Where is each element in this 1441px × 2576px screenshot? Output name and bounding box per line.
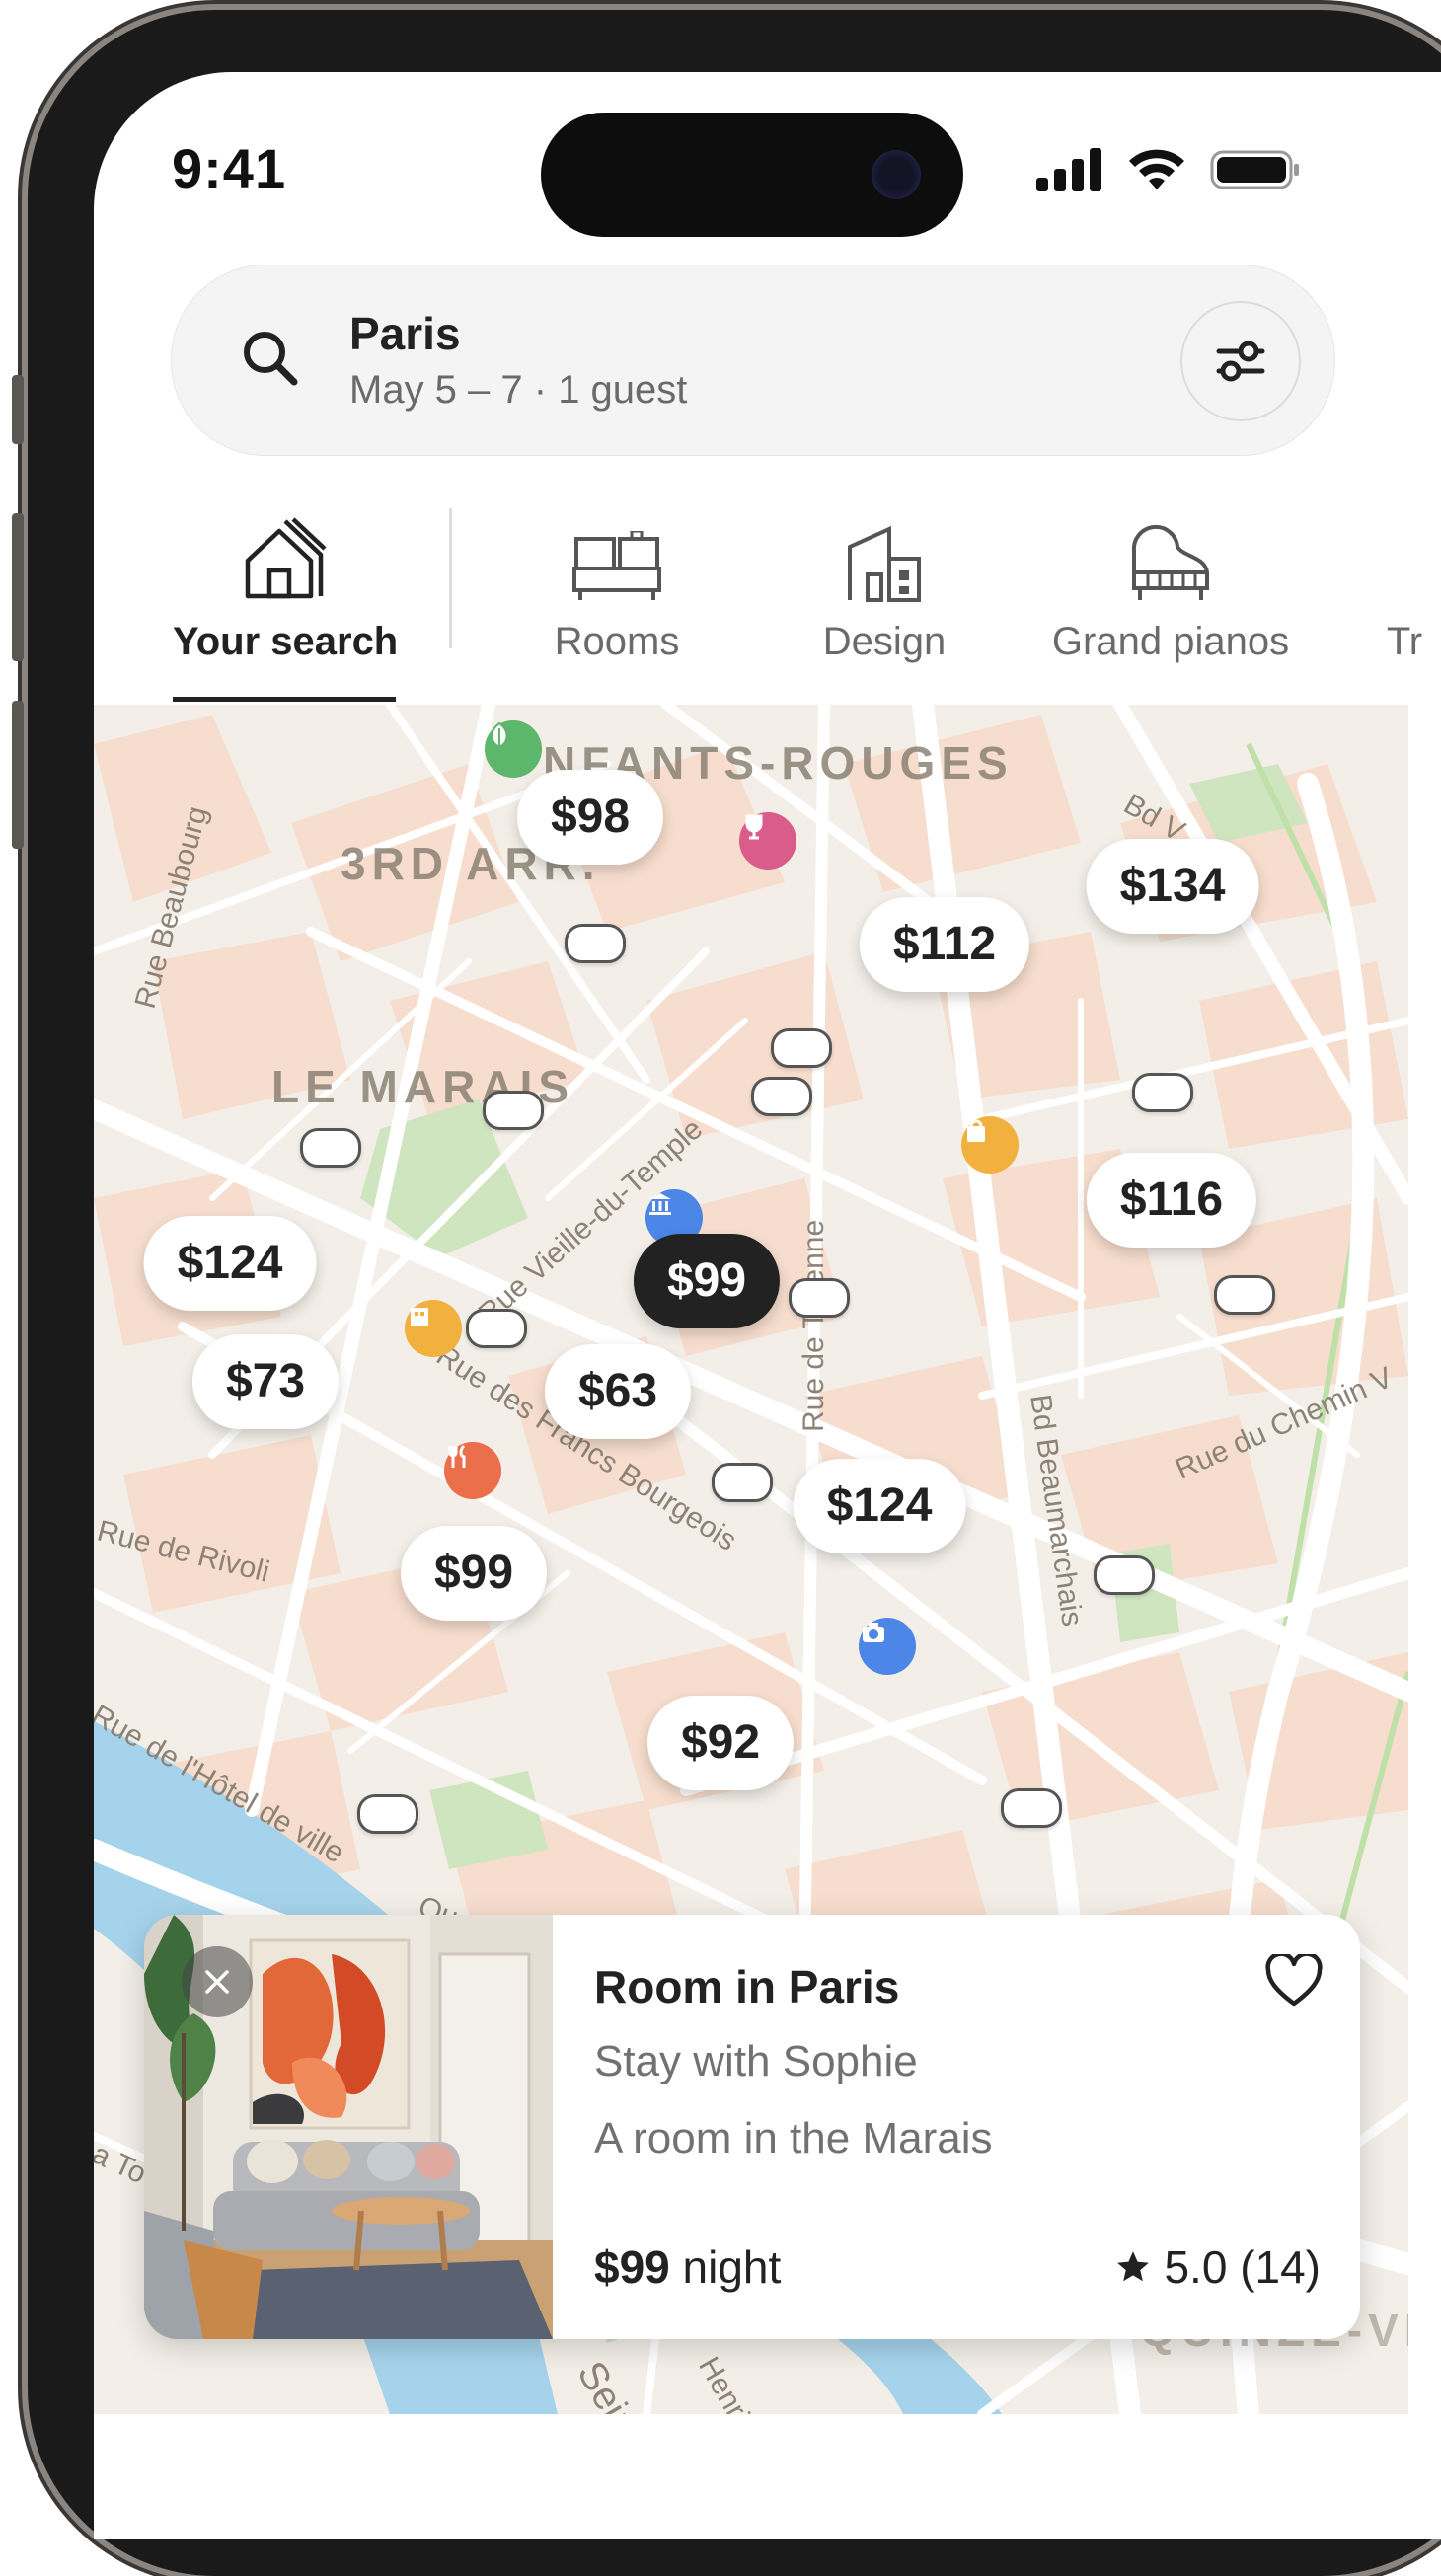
camera-poi[interactable] — [859, 1618, 916, 1675]
shopping-bag-icon — [967, 1119, 985, 1142]
price-pin-selected[interactable]: $99 — [633, 1234, 781, 1328]
fork-knife-icon — [448, 1444, 466, 1468]
listing-dot[interactable] — [300, 1128, 361, 1168]
tab-truncated[interactable]: Tr — [1375, 503, 1434, 664]
filter-button[interactable] — [1180, 301, 1301, 421]
price-pin[interactable]: $63 — [544, 1344, 692, 1439]
tab-design[interactable]: Design — [807, 503, 961, 664]
listing-dot[interactable] — [789, 1278, 850, 1318]
piano-icon — [1131, 524, 1209, 600]
front-camera — [872, 150, 921, 199]
price-pin[interactable]: $99 — [400, 1526, 548, 1621]
tab-label: Rooms — [554, 620, 680, 663]
listing-dot[interactable] — [1001, 1788, 1062, 1828]
price-pin[interactable]: $116 — [1086, 1153, 1257, 1248]
tab-label: Tr — [1386, 620, 1423, 663]
active-tab-indicator — [173, 697, 396, 702]
status-icons — [1036, 148, 1301, 191]
star-icon — [1117, 2251, 1150, 2282]
listing-description: A room in the Marais — [594, 2114, 993, 2162]
listing-title: Room in Paris — [594, 1961, 900, 2012]
rating-value: 5.0 (14) — [1164, 2241, 1321, 2293]
mute-switch — [12, 375, 24, 444]
status-time: 9:41 — [172, 137, 287, 199]
price-amount: $99 — [594, 2241, 670, 2293]
price-pin[interactable]: $92 — [646, 1696, 795, 1790]
listing-dot[interactable] — [565, 924, 626, 963]
listing-card[interactable]: Room in Paris Stay with Sophie A room in… — [144, 1915, 1360, 2339]
search-icon — [244, 332, 298, 386]
street-label: Rue de Turenne — [797, 1219, 830, 1432]
bed-icon — [572, 531, 661, 600]
listing-price: $99 night — [594, 2240, 781, 2294]
camera-icon — [863, 1623, 884, 1642]
tab-grand-pianos[interactable]: Grand pianos — [1044, 503, 1297, 664]
building-icon — [848, 525, 921, 602]
listing-dot[interactable] — [483, 1091, 544, 1130]
tab-label: Your search — [173, 620, 399, 663]
listing-host: Stay with Sophie — [594, 2037, 918, 2085]
park-poi[interactable] — [485, 720, 542, 778]
listing-photo[interactable] — [144, 1915, 553, 2339]
search-location: Paris — [349, 308, 461, 359]
house-icon — [245, 517, 327, 599]
hotel-poi[interactable] — [405, 1300, 462, 1357]
wine-glass-icon — [745, 814, 763, 840]
listing-dot[interactable] — [1094, 1555, 1155, 1595]
close-icon — [205, 1970, 229, 1994]
price-unit: night — [682, 2241, 782, 2293]
tab-divider — [449, 508, 452, 648]
building-small-icon — [411, 1308, 428, 1326]
listing-dot[interactable] — [751, 1077, 812, 1116]
close-button[interactable] — [182, 1946, 253, 2017]
search-details: May 5 – 7 · 1 guest — [349, 368, 688, 412]
listing-dot[interactable] — [466, 1309, 527, 1348]
price-pin[interactable]: $73 — [191, 1334, 340, 1429]
listing-dot[interactable] — [357, 1794, 418, 1834]
listing-dot[interactable] — [1214, 1275, 1275, 1315]
price-pin[interactable]: $134 — [1086, 839, 1259, 934]
price-pin[interactable]: $124 — [143, 1216, 317, 1311]
price-pin[interactable]: $112 — [859, 897, 1030, 992]
price-pin[interactable]: $124 — [793, 1459, 966, 1553]
price-pin[interactable]: $98 — [516, 770, 664, 865]
wifi-icon — [1129, 149, 1184, 189]
listing-dot[interactable] — [712, 1463, 773, 1502]
bar-poi[interactable] — [739, 812, 796, 870]
listing-rating: 5.0 (14) — [1114, 2240, 1321, 2294]
leaf-icon — [491, 721, 508, 749]
tab-your-search[interactable]: Your search — [173, 503, 399, 664]
listing-dot[interactable] — [1132, 1073, 1193, 1112]
heart-icon[interactable] — [1265, 1954, 1323, 2008]
battery-icon — [1210, 150, 1299, 189]
volume-down-button — [12, 701, 24, 849]
tab-label: Design — [822, 620, 947, 663]
cellular-signal-icon — [1036, 148, 1101, 191]
museum-icon — [649, 1193, 671, 1215]
listing-dot[interactable] — [771, 1028, 832, 1068]
volume-up-button — [12, 513, 24, 661]
restaurant-poi[interactable] — [444, 1442, 501, 1499]
tab-label: Grand pianos — [1051, 620, 1290, 663]
sliders-icon — [1216, 341, 1265, 382]
search-bar[interactable]: Paris May 5 – 7 · 1 guest — [171, 265, 1335, 456]
tab-rooms[interactable]: Rooms — [533, 503, 701, 664]
shopping-poi[interactable] — [961, 1116, 1019, 1174]
